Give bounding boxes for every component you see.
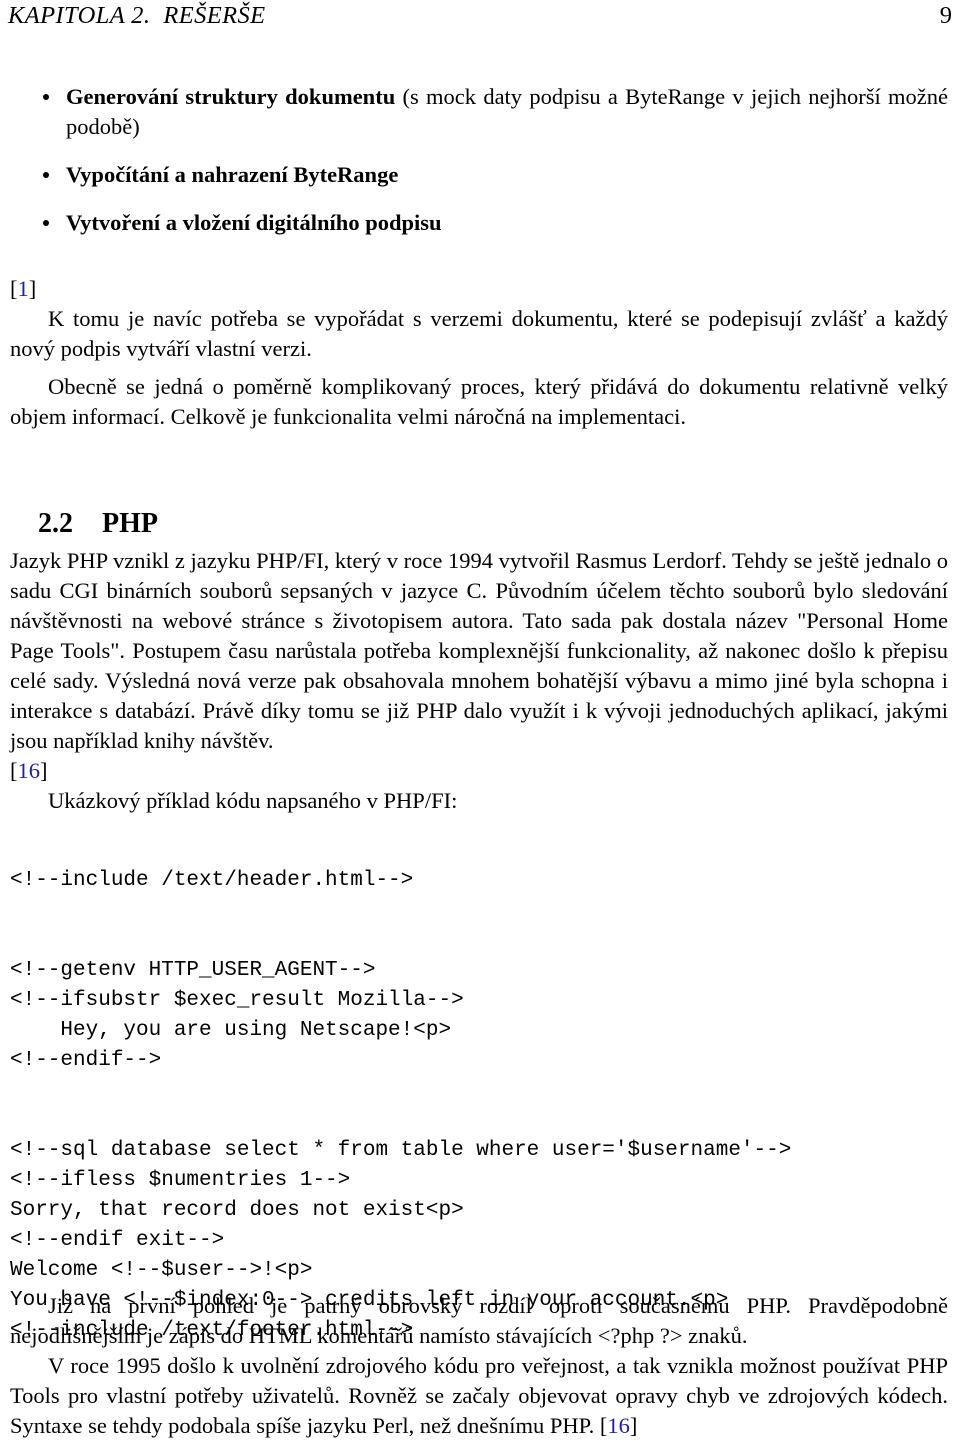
code-block-php-fi: <!--include /text/header.html--> <!--get… [10, 866, 948, 1346]
citation-number[interactable]: 16 [18, 758, 41, 783]
code-line: <!--getenv HTTP_USER_AGENT--> [10, 959, 376, 982]
running-head: KAPITOLA 2. REŠERŠE 9 [8, 2, 952, 34]
citation-number[interactable]: 1 [18, 276, 29, 301]
bullet-dot-icon [43, 220, 49, 226]
paragraph-1995: V roce 1995 došlo k uvolnění zdrojového … [10, 1351, 948, 1441]
citation-reference-16b[interactable]: [16] [594, 1413, 638, 1438]
paragraph-code-intro: Ukázkový příklad kódu napsaného v PHP/FI… [48, 788, 458, 813]
citation-bracket-open: [ [10, 758, 18, 783]
citation-bracket-close: ] [28, 276, 37, 301]
section-number: 2.2 [38, 508, 73, 539]
paragraph-complexity-block: Obecně se jedná o poměrně komplikovaný p… [10, 372, 948, 432]
citation-number[interactable]: 16 [607, 1413, 630, 1438]
paragraph-php-history-block: Jazyk PHP vznikl z jazyku PHP/FI, který … [10, 546, 948, 756]
paragraph-versions-block: K tomu je navíc potřeba se vypořádat s v… [10, 304, 948, 364]
paragraph-difference-block: Již na první pohled je patrný obrovský r… [10, 1291, 948, 1351]
paragraph-complexity: Obecně se jedná o poměrně komplikovaný p… [10, 374, 948, 429]
list-item: Generování struktury dokumentu (s mock d… [10, 82, 948, 142]
list-item-label: Vypočítání a nahrazení ByteRange [66, 162, 399, 187]
list-item: Vypočítání a nahrazení ByteRange [10, 160, 948, 190]
citation-reference-1[interactable]: [1] [10, 274, 36, 304]
bullet-dot-icon [43, 94, 49, 100]
code-line: <!--ifsubstr $exec_result Mozilla--> [10, 989, 464, 1012]
citation-bracket-open: [ [10, 276, 18, 301]
bullet-dot-icon [43, 172, 49, 178]
paragraph-versions: K tomu je navíc potřeba se vypořádat s v… [10, 306, 948, 361]
code-line: <!--sql database select * from table whe… [10, 1139, 792, 1162]
page-number: 9 [939, 2, 952, 29]
code-line: <!--ifless $numentries 1--> [10, 1169, 351, 1192]
citation-bracket-close: ] [629, 1413, 638, 1438]
paragraph-difference: Již na první pohled je patrný obrovský r… [10, 1293, 948, 1348]
list-item-label: Vytvoření a vložení digitálního podpisu [66, 210, 442, 235]
paragraph-code-intro-block: Ukázkový příklad kódu napsaného v PHP/FI… [10, 786, 948, 816]
code-line: Sorry, that record does not exist<p> [10, 1199, 464, 1222]
citation-reference-16a[interactable]: [16] [10, 756, 48, 786]
code-line: Welcome <!--$user-->!<p> [10, 1259, 313, 1282]
citation-bracket-close: ] [40, 758, 48, 783]
document-page: KAPITOLA 2. REŠERŠE 9 Generování struktu… [0, 0, 960, 1441]
code-line: <!--endif--> [10, 1049, 162, 1072]
section-title: PHP [102, 508, 158, 539]
bullet-list: Generování struktury dokumentu (s mock d… [10, 82, 948, 238]
list-item: Vytvoření a vložení digitálního podpisu [10, 208, 948, 238]
list-item-label: Generování struktury dokumentu [66, 84, 396, 109]
code-line: <!--endif exit--> [10, 1229, 225, 1252]
paragraph-php-history: Jazyk PHP vznikl z jazyku PHP/FI, který … [10, 548, 948, 753]
code-line: Hey, you are using Netscape!<p> [10, 1019, 452, 1042]
running-head-chapter: KAPITOLA 2. REŠERŠE [8, 2, 266, 29]
paragraph-1995-block: V roce 1995 došlo k uvolnění zdrojového … [10, 1351, 948, 1441]
paragraph-1995-text: V roce 1995 došlo k uvolnění zdrojového … [10, 1353, 948, 1438]
code-line: <!--include /text/header.html--> [10, 869, 414, 892]
